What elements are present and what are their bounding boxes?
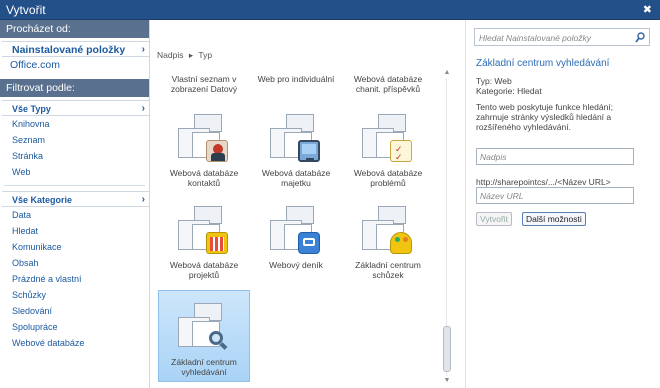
template-tile[interactable]: Webová databáze chanit. příspěvků [342, 74, 434, 94]
browse-office-label: Office.com [10, 59, 60, 71]
tile-label: Webová databáze projektů [169, 260, 239, 280]
issues-db-icon: ✓ ✓ [360, 112, 416, 162]
browse-office-com[interactable]: Office.com [0, 57, 149, 73]
meeting-workspace-icon [360, 204, 416, 254]
url-prefix: http://sharepointcs/.../<Název URL> [476, 177, 611, 187]
category-item[interactable]: Schůzky [0, 287, 149, 303]
chevron-right-icon: › [141, 194, 145, 205]
title-field-placeholder: Nadpis [480, 152, 507, 162]
filter-header: Filtrovat podle: [0, 79, 149, 97]
template-gallery: Nadpis ▸ Typ Vlastní seznam v zobrazení … [152, 20, 457, 388]
template-grid: Vlastní seznam v zobrazení Datový Web pr… [152, 68, 442, 388]
template-tile[interactable]: Webový deník [250, 204, 342, 270]
category-item[interactable]: Data [0, 207, 149, 223]
types-all[interactable]: Vše Typy › [2, 100, 149, 116]
template-tile[interactable]: Webová databáze kontaktů [158, 112, 250, 188]
close-icon[interactable]: ✖ [643, 3, 652, 16]
category-item[interactable]: Prázdné a vlastní [0, 271, 149, 287]
browse-installed-label: Nainstalované položky [12, 44, 126, 56]
tile-label: Webová databáze majetku [261, 168, 331, 188]
tile-label: Vlastní seznam v zobrazení Datový [170, 74, 238, 94]
projects-db-icon [176, 204, 232, 254]
url-field[interactable]: Název URL [476, 187, 634, 204]
scroll-thumb[interactable] [443, 326, 451, 372]
chevron-right-icon: › [141, 103, 145, 114]
template-tile[interactable]: Web pro individuální [250, 74, 342, 84]
create-button[interactable]: Vytvořit [476, 212, 513, 226]
template-tile[interactable]: Webová databáze majetku [250, 112, 342, 188]
template-tile[interactable]: Základní centrum schůzek [342, 204, 434, 280]
url-field-placeholder: Název URL [480, 191, 524, 201]
title-bar: Vytvořit ✖ [0, 0, 660, 20]
gallery-scrollbar[interactable]: ▲ ▼ [442, 68, 452, 388]
search-placeholder: Hledat Nainstalované položky [479, 33, 591, 43]
browse-installed-items[interactable]: Nainstalované položky › [2, 41, 149, 57]
contacts-db-icon [176, 112, 232, 162]
window-title: Vytvořit [6, 3, 46, 17]
tile-label: Webová databáze problémů [353, 168, 423, 188]
chevron-right-icon: › [141, 44, 145, 55]
template-description: Tento web poskytuje funkce hledání; zahr… [476, 102, 614, 132]
search-icon[interactable] [635, 32, 645, 44]
scroll-down-icon[interactable]: ▼ [442, 376, 452, 386]
type-item[interactable]: Stránka [0, 148, 149, 164]
category-item[interactable]: Obsah [0, 255, 149, 271]
assets-db-icon [268, 112, 324, 162]
template-tile[interactable]: Vlastní seznam v zobrazení Datový [158, 74, 250, 94]
template-title: Základní centrum vyhledávání [476, 58, 610, 69]
divider [4, 185, 145, 186]
tile-label: Webová databáze chanit. příspěvků [353, 74, 423, 94]
template-category: Kategorie: Hledat [476, 86, 542, 96]
scroll-up-icon[interactable]: ▲ [442, 68, 452, 78]
template-tile-selected[interactable]: Základní centrum vyhledávání [158, 290, 250, 382]
title-field[interactable]: Nadpis [476, 148, 634, 165]
type-item[interactable]: Web [0, 164, 149, 180]
category-item[interactable]: Spolupráce [0, 319, 149, 335]
categories-all-label: Vše Kategorie [12, 195, 73, 205]
category-item[interactable]: Webové databáze [0, 335, 149, 351]
details-pane: Hledat Nainstalované položky Základní ce… [465, 20, 660, 388]
search-box[interactable]: Hledat Nainstalované položky [474, 28, 650, 46]
sort-bar: Nadpis ▸ Typ [157, 50, 212, 61]
template-tile[interactable]: ✓ ✓ Webová databáze problémů [342, 112, 434, 188]
category-item[interactable]: Komunikace [0, 239, 149, 255]
tile-label: Web pro individuální [257, 74, 335, 84]
type-item[interactable]: Seznam [0, 132, 149, 148]
sort-by-name[interactable]: Nadpis [157, 50, 183, 60]
browse-header: Procházet od: [0, 20, 149, 38]
types-all-label: Vše Typy [12, 104, 51, 114]
search-center-icon [176, 301, 232, 351]
template-tile[interactable]: Webová databáze projektů [158, 204, 250, 280]
sort-arrow-icon: ▸ [188, 50, 194, 60]
more-options-button[interactable]: Další možnosti [522, 212, 586, 226]
tile-label: Webový deník [269, 260, 323, 270]
categories-all[interactable]: Vše Kategorie › [2, 191, 149, 207]
type-item[interactable]: Knihovna [0, 116, 149, 132]
template-meta: Typ: Web Kategorie: Hledat [476, 76, 542, 96]
tile-label: Webová databáze kontaktů [169, 168, 239, 188]
template-type: Typ: Web [476, 76, 512, 86]
category-item[interactable]: Hledat [0, 223, 149, 239]
category-item[interactable]: Sledování [0, 303, 149, 319]
sort-by-type[interactable]: Typ [198, 50, 212, 60]
left-pane: Procházet od: Nainstalované položky › Of… [0, 20, 150, 388]
tile-label: Základní centrum schůzek [355, 260, 421, 280]
blog-icon [268, 204, 324, 254]
